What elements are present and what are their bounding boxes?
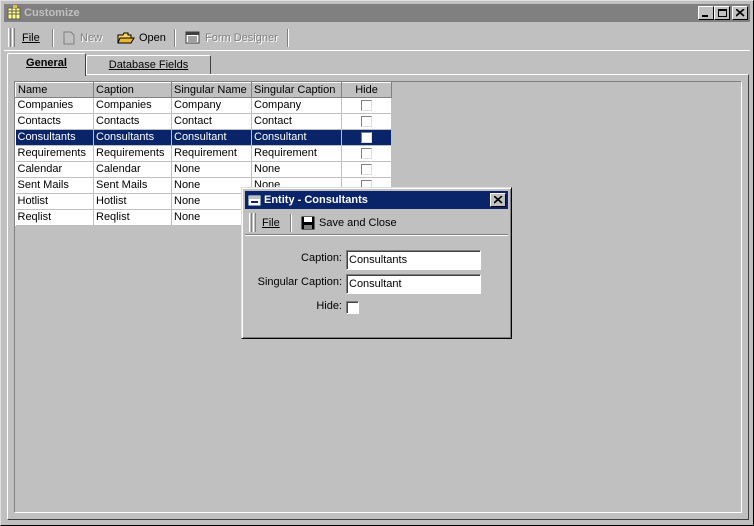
cell-caption[interactable]: Sent Mails	[93, 177, 172, 194]
cell-name[interactable]: Requirements	[15, 145, 94, 162]
cell-singular-caption[interactable]: Requirement	[251, 145, 342, 162]
cell-singular-name[interactable]: None	[171, 209, 252, 226]
cell-hide	[341, 161, 392, 178]
open-button[interactable]: Open	[117, 29, 166, 47]
new-document-icon	[63, 31, 75, 45]
form-designer-button[interactable]: Form Designer	[185, 29, 278, 47]
tab-database-fields-label: Database Fields	[108, 59, 189, 71]
column-header-singular-caption[interactable]: Singular Caption	[251, 82, 342, 98]
save-disk-icon	[301, 216, 315, 230]
app-grid-icon	[7, 5, 22, 20]
maximize-icon	[718, 9, 727, 17]
window-titlebar[interactable]: Customize	[4, 4, 750, 22]
new-button[interactable]: New	[62, 29, 102, 47]
hide-label: Hide:	[316, 300, 342, 312]
column-header-singular-name[interactable]: Singular Name	[171, 82, 252, 98]
new-button-label: New	[80, 32, 103, 44]
table-row[interactable]: Calendar Calendar None None	[15, 161, 392, 178]
table-row[interactable]: Contacts Contacts Contact Contact	[15, 113, 392, 130]
cell-name[interactable]: Reqlist	[15, 209, 94, 226]
maximize-button[interactable]	[714, 6, 730, 20]
dialog-title: Entity - Consultants	[264, 194, 368, 206]
cell-singular-name[interactable]: None	[171, 177, 252, 194]
table-row[interactable]: Consultants Consultants Consultant Consulta…	[15, 129, 392, 146]
tab-database-fields[interactable]: Database Fields	[86, 55, 211, 76]
cell-singular-caption[interactable]: Contact	[251, 113, 342, 130]
cell-caption[interactable]: Contacts	[93, 113, 172, 130]
save-and-close-label: Save and Close	[319, 217, 397, 229]
file-menu-label: File	[22, 32, 40, 44]
cell-caption[interactable]: Hotlist	[93, 193, 172, 210]
cell-name[interactable]: Sent Mails	[15, 177, 94, 194]
toolbar-grip[interactable]	[12, 28, 15, 47]
cell-singular-name[interactable]: None	[171, 161, 252, 178]
cell-name[interactable]: Calendar	[15, 161, 94, 178]
cell-caption[interactable]: Companies	[93, 97, 172, 114]
dialog-titlebar[interactable]: Entity - Consultants	[245, 191, 508, 209]
hide-row-checkbox[interactable]	[361, 99, 372, 111]
table-row[interactable]: Companies Companies Company Company	[15, 97, 392, 114]
open-button-label: Open	[139, 32, 166, 44]
singular-caption-field[interactable]: Consultant	[346, 274, 481, 294]
close-icon	[736, 9, 745, 17]
cell-singular-name[interactable]: None	[171, 193, 252, 210]
caption-label: Caption:	[301, 252, 342, 264]
cell-name[interactable]: Contacts	[15, 113, 94, 130]
cell-caption[interactable]: Requirements	[93, 145, 172, 162]
toolbar-grip[interactable]	[249, 213, 252, 232]
cell-singular-name[interactable]: Consultant	[171, 129, 252, 146]
window-title: Customize	[24, 7, 80, 19]
hide-row-checkbox[interactable]	[361, 147, 372, 159]
save-and-close-button[interactable]: Save and Close	[301, 214, 397, 232]
minimize-button[interactable]	[698, 6, 714, 20]
table-row[interactable]: Requirements Requirements Requirement Requi…	[15, 145, 392, 162]
hide-row-checkbox[interactable]	[361, 131, 372, 143]
column-header-hide[interactable]: Hide	[341, 82, 392, 98]
singular-caption-label: Singular Caption:	[257, 276, 342, 288]
dialog-form-icon	[248, 193, 262, 213]
form-designer-label: Form Designer	[205, 32, 278, 44]
cell-singular-caption[interactable]: None	[251, 161, 342, 178]
column-header-name[interactable]: Name	[15, 82, 94, 98]
cell-singular-caption[interactable]: Consultant	[251, 129, 342, 146]
tab-general[interactable]: General	[7, 53, 86, 76]
hide-row-checkbox[interactable]	[361, 115, 372, 127]
cell-name[interactable]: Consultants	[15, 129, 94, 146]
main-toolbar: File New Open Form Designer	[4, 25, 750, 51]
dialog-close-button[interactable]	[490, 193, 506, 207]
cell-singular-name[interactable]: Requirement	[171, 145, 252, 162]
hide-row-checkbox[interactable]	[361, 163, 372, 175]
toolbar-grip[interactable]	[8, 28, 11, 47]
minimize-icon	[702, 15, 708, 17]
cell-caption[interactable]: Calendar	[93, 161, 172, 178]
cell-caption[interactable]: Reqlist	[93, 209, 172, 226]
dialog-toolbar: File Save and Close	[245, 211, 508, 235]
cell-hide	[341, 129, 392, 146]
cell-singular-name[interactable]: Contact	[171, 113, 252, 130]
dialog-file-label: File	[262, 217, 280, 229]
hide-checkbox[interactable]	[346, 301, 359, 314]
caption-field[interactable]: Consultants	[346, 250, 481, 270]
cell-hide	[341, 113, 392, 130]
toolbar-grip[interactable]	[253, 213, 256, 232]
cell-caption[interactable]: Consultants	[93, 129, 172, 146]
cell-hide	[341, 97, 392, 114]
cell-hide	[341, 145, 392, 162]
close-button[interactable]	[732, 6, 748, 20]
cell-singular-caption[interactable]: Company	[251, 97, 342, 114]
cell-name[interactable]: Hotlist	[15, 193, 94, 210]
column-header-caption[interactable]: Caption	[93, 82, 172, 98]
dialog-file-menu[interactable]: File	[262, 214, 280, 232]
tab-general-label: General	[26, 57, 67, 69]
open-folder-icon	[117, 32, 135, 44]
file-menu[interactable]: File	[22, 29, 40, 47]
close-icon	[494, 196, 503, 204]
entity-dialog: Entity - Consultants File Save and Close…	[241, 187, 512, 339]
grid-header-row: Name Caption Singular Name Singular Capt…	[15, 82, 392, 98]
cell-name[interactable]: Companies	[15, 97, 94, 114]
form-designer-icon	[185, 31, 200, 44]
cell-singular-name[interactable]: Company	[171, 97, 252, 114]
